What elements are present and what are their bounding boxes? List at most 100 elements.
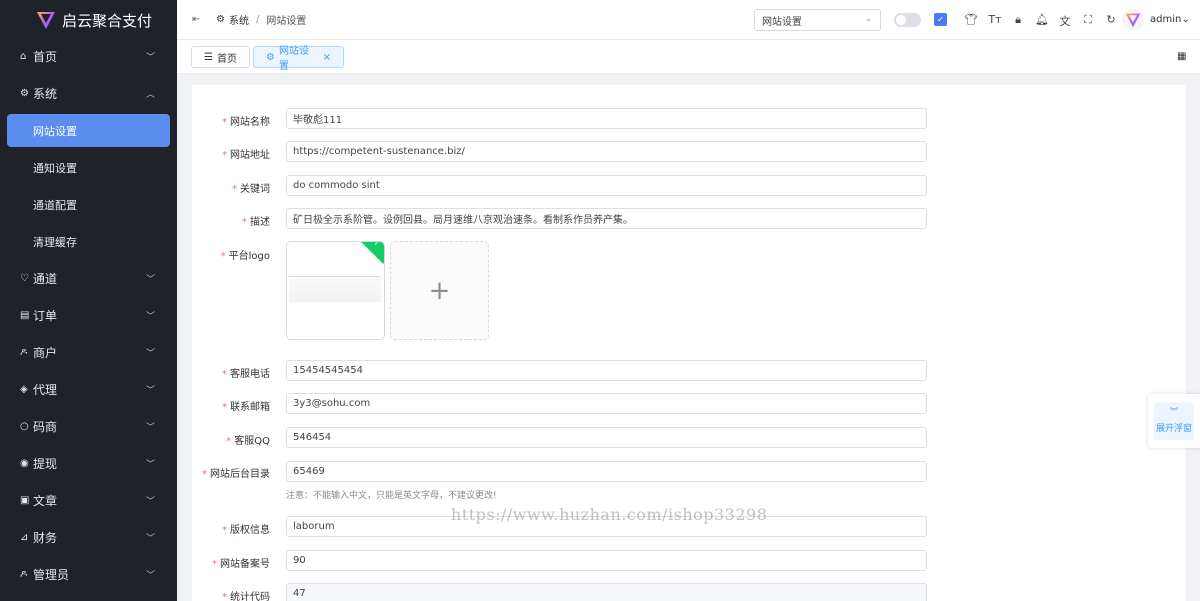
sidebar-item-label: 系统	[33, 87, 58, 101]
avatar-logo-icon	[1125, 13, 1141, 28]
tabs-bar: ☰ 首页 ⚙ 网站设置 × ▦	[177, 40, 1200, 74]
breadcrumb-item-system[interactable]: 系统	[229, 12, 249, 27]
close-icon[interactable]: ×	[323, 52, 331, 63]
sidebar-item[interactable]: ◈ 代理 ﹀	[0, 371, 177, 408]
logo-preview[interactable]: ✓	[286, 241, 385, 340]
field-label: * 网站地址	[222, 150, 270, 161]
sidebar-menu: ⌂ 首页 ﹀ ⚙ 系统 ︿ 网站设置 通知设置 通道配置 清理缓存 ♡ 通道 ﹀ ▤ 订单 ﹀ ዶ 商户 ﹀ ◈ 代理 ﹀…	[0, 38, 177, 593]
sidebar-item[interactable]: ○ 码商 ﹀	[0, 408, 177, 445]
sidebar-subitem[interactable]: 清理缓存	[0, 223, 177, 260]
float-panel: ︾ 展开浮窗	[1148, 394, 1200, 448]
field-label: * 网站名称	[222, 117, 270, 128]
chevron-down-icon: ﹀	[145, 497, 155, 507]
chart-icon: ⊿	[20, 531, 29, 543]
agent-icon: ◈	[20, 383, 28, 395]
sidebar-subitem[interactable]: 通道配置	[0, 186, 177, 223]
sidebar-item-label: 代理	[33, 383, 58, 397]
field-label: * 联系邮箱	[222, 402, 270, 413]
app-logo[interactable]: 启云聚合支付	[0, 0, 177, 40]
sidebar-item[interactable]: ▣ 文章 ﹀	[0, 482, 177, 519]
page-select-value: 网站设置	[762, 16, 802, 28]
menu-icon: ☰	[204, 51, 213, 63]
upload-success-badge: ✓	[359, 241, 384, 264]
field-label: * 客服电话	[222, 369, 270, 380]
tab-site-settings[interactable]: ⚙ 网站设置 ×	[253, 46, 344, 72]
site-name-input[interactable]: 毕敬彪111	[286, 108, 927, 129]
sidebar-item-label: 提现	[33, 457, 58, 471]
email-input[interactable]: 3y3@sohu.com	[286, 393, 927, 414]
sidebar-item-label: 码商	[33, 420, 58, 434]
logo-icon	[37, 12, 55, 29]
refresh-icon[interactable]: ↻	[1104, 13, 1118, 26]
theme-color-picker[interactable]: ✓	[934, 13, 947, 26]
shirt-icon[interactable]: 👕︎	[964, 13, 978, 26]
field-label: * 网站备案号	[212, 559, 270, 570]
lock-icon[interactable]: 🔒︎	[1011, 13, 1025, 27]
site-url-input[interactable]: https://competent-sustenance.biz/	[286, 141, 927, 162]
circle-icon: ○	[20, 420, 29, 432]
field-label: * 客服QQ	[226, 436, 270, 447]
chevron-down-icon: ﹀	[145, 423, 155, 433]
sidebar-item-label: 管理员	[33, 568, 70, 582]
bell-icon[interactable]: 🔔︎	[1035, 13, 1049, 26]
heart-icon: ♡	[20, 272, 29, 284]
sidebar-subitem[interactable]: 网站设置	[7, 114, 170, 147]
expand-float-button[interactable]: ︾ 展开浮窗	[1154, 402, 1194, 440]
sidebar-subitem[interactable]: 通知设置	[0, 149, 177, 186]
field-label: * 版权信息	[222, 525, 270, 536]
sidebar: 启云聚合支付 ⌂ 首页 ﹀ ⚙ 系统 ︿ 网站设置 通知设置 通道配置 清理缓存 ♡ 通道 ﹀ ▤ 订单 ﹀ ዶ…	[0, 0, 177, 601]
tab-label: 首页	[216, 53, 237, 65]
stats-code-input[interactable]: 47	[286, 583, 927, 601]
field-label: * 关键词	[232, 184, 270, 195]
double-chevron-down-icon: ︾	[1170, 407, 1178, 416]
icp-number-input[interactable]: 90	[286, 550, 927, 571]
gear-icon: ⚙	[266, 51, 275, 63]
sidebar-item[interactable]: ⊿ 财务 ﹀	[0, 519, 177, 556]
avatar[interactable]	[1122, 9, 1144, 31]
sidebar-item-label: 订单	[33, 309, 58, 323]
keywords-input[interactable]: do commodo sint	[286, 175, 927, 196]
sidebar-item[interactable]: ◉ 提现 ﹀	[0, 445, 177, 482]
chevron-down-icon: ⌄	[864, 14, 872, 24]
sidebar-item-label: 通道	[33, 272, 58, 286]
breadcrumb: ⚙ 系统 / 网站设置	[216, 12, 306, 27]
service-qq-input[interactable]: 546454	[286, 427, 927, 448]
description-input[interactable]: 矿日极全示系阶管。设例回县。局月速维八京观治速条。看制系作员养产集。	[286, 208, 927, 229]
collapse-sidebar-icon[interactable]: ⇤	[192, 14, 204, 25]
username: admin	[1150, 14, 1182, 25]
font-size-icon[interactable]: Tт	[988, 13, 1002, 26]
chevron-down-icon: ﹀	[145, 571, 155, 581]
fullscreen-icon[interactable]: ⛶	[1081, 13, 1095, 27]
tab-home[interactable]: ☰ 首页	[191, 46, 250, 68]
breadcrumb-item-current: 网站设置	[266, 16, 307, 27]
sidebar-item[interactable]: ⌂ 首页 ﹀	[0, 38, 177, 75]
clipboard-icon: ▤	[20, 309, 30, 321]
field-label: * 统计代码	[222, 592, 270, 601]
tab-label: 网站设置	[278, 46, 309, 72]
sidebar-item[interactable]: ዶ 管理员 ﹀	[0, 556, 177, 593]
top-header: ⇤ ⚙ 系统 / 网站设置 网站设置 ⌄ ✓ 👕︎ Tт 🔒︎ 🔔︎ 文 ⛶ ↻…	[177, 0, 1200, 40]
document-icon: ▣	[20, 494, 30, 506]
translate-icon[interactable]: 文	[1058, 13, 1072, 29]
chevron-down-icon: ﹀	[145, 312, 155, 322]
sidebar-item[interactable]: ⚙ 系统 ︿	[0, 75, 177, 112]
upload-logo-button[interactable]: +	[390, 241, 489, 340]
check-icon: ✓	[373, 241, 380, 248]
admin-dir-input[interactable]: 65469	[286, 461, 927, 482]
grid-menu-icon[interactable]: ▦	[1177, 52, 1187, 62]
logo-thumbnail	[289, 276, 381, 302]
username-dropdown[interactable]: admin⌄	[1150, 14, 1190, 25]
chevron-down-icon: ﹀	[145, 349, 155, 359]
dark-mode-toggle[interactable]	[894, 13, 921, 27]
sidebar-item[interactable]: ♡ 通道 ﹀	[0, 260, 177, 297]
sidebar-item[interactable]: ዶ 商户 ﹀	[0, 334, 177, 371]
sidebar-item-label: 首页	[33, 50, 58, 64]
page-search-select[interactable]: 网站设置 ⌄	[754, 9, 881, 31]
sidebar-item-label: 财务	[33, 531, 58, 545]
chevron-down-icon: ﹀	[145, 386, 155, 396]
service-phone-input[interactable]: 15454545454	[286, 360, 927, 381]
chevron-up-icon: ︿	[145, 90, 155, 100]
chevron-down-icon: ﹀	[145, 275, 155, 285]
sidebar-item[interactable]: ▤ 订单 ﹀	[0, 297, 177, 334]
chevron-down-icon: ﹀	[145, 460, 155, 470]
